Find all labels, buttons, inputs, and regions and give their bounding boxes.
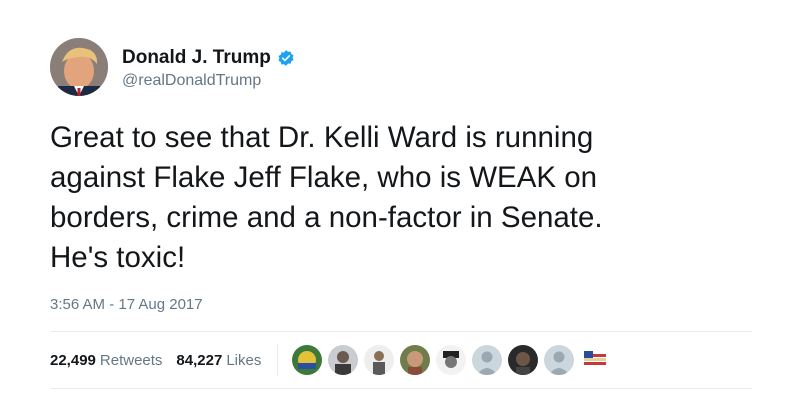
- liker-avatar[interactable]: [364, 345, 395, 375]
- liker-avatar[interactable]: [544, 345, 575, 375]
- divider: [50, 331, 752, 332]
- liker-avatars: [292, 345, 616, 375]
- tweet-card: Donald J. Trump @realDonaldTrump Great t…: [0, 0, 800, 419]
- retweets-stat[interactable]: 22,499 Retweets: [50, 352, 162, 369]
- author-names: Donald J. Trump @realDonaldTrump: [122, 45, 295, 90]
- stats-separator: [277, 344, 279, 376]
- retweets-count: 22,499: [50, 351, 96, 369]
- display-name-row: Donald J. Trump: [122, 45, 295, 71]
- author-handle[interactable]: @realDonaldTrump: [122, 72, 295, 90]
- liker-avatar[interactable]: [292, 345, 323, 375]
- tweet-text: Great to see that Dr. Kelli Ward is runn…: [50, 121, 603, 274]
- liker-avatar[interactable]: [400, 345, 431, 375]
- liker-avatar[interactable]: [436, 345, 467, 375]
- display-name[interactable]: Donald J. Trump: [122, 47, 271, 69]
- liker-avatar[interactable]: [508, 345, 539, 375]
- divider: [50, 388, 752, 389]
- liker-avatar[interactable]: [580, 345, 611, 375]
- likes-label: Likes: [226, 351, 262, 369]
- retweets-label: Retweets: [99, 351, 163, 369]
- likes-count: 84,227: [176, 351, 223, 369]
- tweet-stats: 22,499 Retweets 84,227 Likes: [50, 343, 616, 377]
- avatar[interactable]: [50, 38, 108, 96]
- tweet-timestamp[interactable]: 3:56 AM - 17 Aug 2017: [50, 296, 203, 313]
- liker-avatar[interactable]: [328, 345, 359, 375]
- verified-badge-icon: [278, 49, 294, 66]
- tweet-header: Donald J. Trump @realDonaldTrump: [50, 38, 295, 96]
- likes-stat[interactable]: 84,227 Likes: [176, 352, 261, 369]
- liker-avatar[interactable]: [472, 345, 503, 375]
